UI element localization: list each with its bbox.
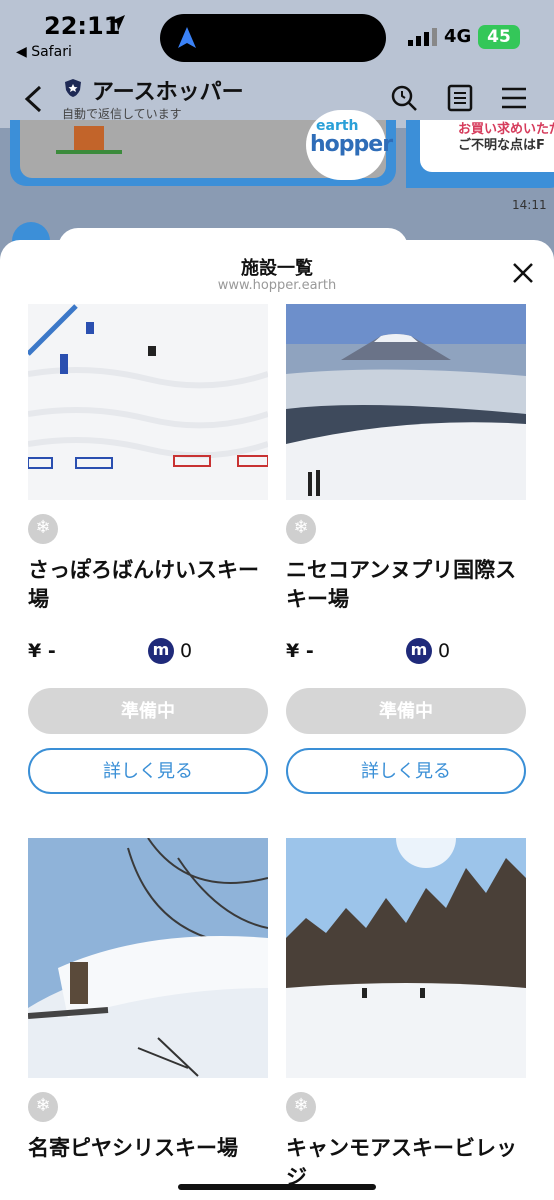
facility-photo[interactable]	[286, 838, 526, 1078]
chat-title: アースホッパー	[92, 80, 244, 105]
card-illustration-ground	[56, 150, 122, 154]
facility-name: ニセコアンヌプリ国際スキー場	[286, 558, 517, 611]
navigation-arrow-icon	[178, 27, 196, 48]
brand-logo-bottom: hopper	[310, 132, 393, 157]
location-arrow-icon	[109, 15, 125, 31]
preparing-button[interactable]: 準備中	[28, 688, 268, 734]
shield-icon	[65, 79, 81, 97]
m-coin-value: 0	[438, 640, 451, 662]
snowflake-icon: ❄	[28, 514, 58, 544]
chevron-left-icon[interactable]	[22, 84, 44, 114]
facility-photo[interactable]	[286, 304, 526, 500]
preparing-button[interactable]: 準備中	[286, 688, 526, 734]
snowflake-icon: ❄	[28, 1092, 58, 1122]
document-icon[interactable]	[446, 84, 474, 112]
facility-list-sheet: 施設一覧 www.hopper.earth ❄ さっぽろばんけいスキー場 ¥ -	[0, 240, 554, 1200]
snowflake-icon: ❄	[286, 514, 316, 544]
facility-name: 名寄ピヤシリスキー場	[28, 1136, 238, 1160]
status-bar: 22:11 ◀ Safari 4G 45	[0, 0, 554, 70]
details-button[interactable]: 詳しく見る	[286, 748, 526, 794]
sheet-title: 施設一覧	[241, 258, 313, 279]
facility-photo[interactable]	[28, 838, 268, 1078]
network-type: 4G	[444, 26, 472, 47]
facility-price: ¥ -	[28, 640, 56, 662]
snowflake-icon: ❄	[286, 1092, 316, 1122]
home-indicator[interactable]	[178, 1184, 376, 1190]
facility-price: ¥ -	[286, 640, 314, 662]
facility-name: さっぽろばんけいスキー場	[28, 558, 259, 611]
dynamic-island	[160, 14, 386, 62]
back-to-safari[interactable]: ◀ Safari	[16, 44, 72, 60]
sheet-url: www.hopper.earth	[217, 278, 337, 293]
search-icon[interactable]	[390, 84, 418, 112]
chat-card-info-line2: ご不明な点はF	[458, 138, 545, 153]
battery-indicator: 45	[478, 25, 520, 49]
menu-icon[interactable]	[500, 84, 528, 112]
card-illustration	[74, 126, 104, 152]
close-icon[interactable]	[512, 262, 534, 284]
signal-icon	[408, 28, 437, 46]
facility-photo[interactable]	[28, 304, 268, 500]
message-time: 14:11	[512, 198, 547, 212]
m-coin-icon: m	[148, 638, 174, 664]
m-coin-icon: m	[406, 638, 432, 664]
m-coin-value: 0	[180, 640, 193, 662]
details-button[interactable]: 詳しく見る	[28, 748, 268, 794]
